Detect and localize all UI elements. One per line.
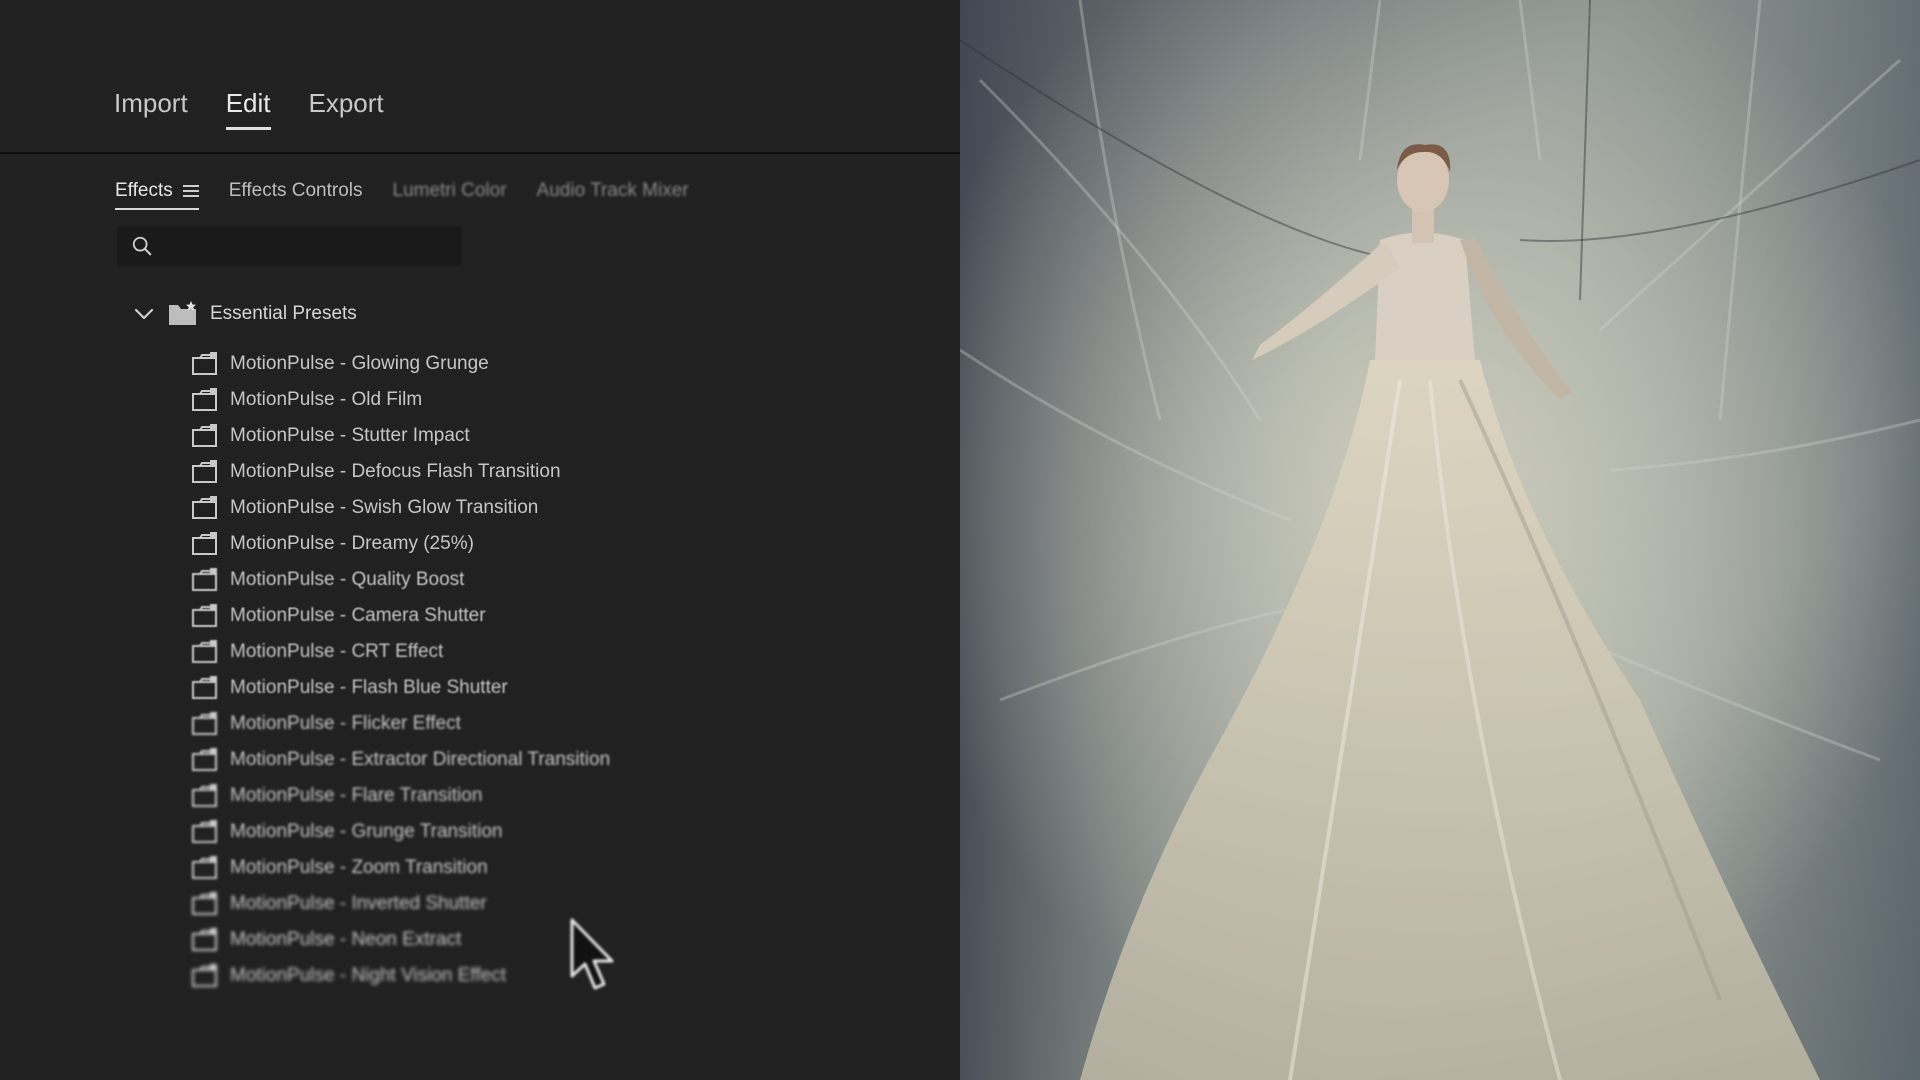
preset-bin-icon [192, 532, 217, 555]
preset-item[interactable]: MotionPulse - Flash Blue Shutter [192, 670, 610, 706]
workspace-tab-export[interactable]: Export [309, 88, 384, 130]
preset-item[interactable]: MotionPulse - Neon Extract [192, 922, 610, 958]
preset-item-label: MotionPulse - CRT Effect [230, 641, 444, 662]
preset-item-label: MotionPulse - Camera Shutter [230, 605, 486, 626]
preset-item-label: MotionPulse - Quality Boost [230, 569, 465, 590]
workspace-tab-import[interactable]: Import [114, 88, 188, 130]
workspace-tabs: Import Edit Export [114, 88, 384, 130]
preset-item[interactable]: MotionPulse - Dreamy (25%) [192, 526, 610, 562]
preset-item[interactable]: MotionPulse - Glowing Grunge [192, 346, 610, 382]
preset-bin-icon [192, 604, 217, 627]
hamburger-menu-icon[interactable] [182, 185, 199, 197]
preset-item-label: MotionPulse - Neon Extract [230, 929, 462, 950]
tree-folder-essential-presets[interactable]: Essential Presets [132, 301, 357, 327]
preset-item-label: MotionPulse - Extractor Directional Tran… [230, 749, 611, 770]
preset-bin-icon [192, 892, 217, 915]
app-window: Import Edit Export Effects Effects Contr… [0, 0, 1920, 1080]
effects-panel: Import Edit Export Effects Effects Contr… [0, 0, 960, 1080]
preset-item-label: MotionPulse - Old Film [230, 389, 423, 410]
preset-bin-icon [192, 856, 217, 879]
preset-item-label: MotionPulse - Stutter Impact [230, 425, 470, 446]
preset-item[interactable]: MotionPulse - Flicker Effect [192, 706, 610, 742]
tab-effects-label: Effects [115, 180, 173, 201]
preset-item-label: MotionPulse - Zoom Transition [230, 857, 488, 878]
preset-item[interactable]: MotionPulse - Swish Glow Transition [192, 490, 610, 526]
panel-tabs: Effects Effects Controls Lumetri Color A… [115, 180, 689, 210]
preset-item[interactable]: MotionPulse - Flare Transition [192, 778, 610, 814]
preset-bin-icon [192, 496, 217, 519]
preset-item[interactable]: MotionPulse - Stutter Impact [192, 418, 610, 454]
preset-item[interactable]: MotionPulse - Old Film [192, 382, 610, 418]
tab-audio-track-mixer[interactable]: Audio Track Mixer [537, 180, 689, 208]
preset-bin-icon [192, 928, 217, 951]
preset-item[interactable]: MotionPulse - Quality Boost [192, 562, 610, 598]
preset-bin-icon [192, 676, 217, 699]
tab-effects-controls[interactable]: Effects Controls [229, 180, 363, 208]
mouse-cursor-icon [570, 918, 614, 990]
preview-image [960, 0, 1920, 1080]
preset-item-label: MotionPulse - Flash Blue Shutter [230, 677, 508, 698]
preset-item-label: MotionPulse - Night Vision Effect [230, 965, 506, 986]
preset-item-label: MotionPulse - Dreamy (25%) [230, 533, 474, 554]
program-monitor-preview[interactable] [960, 0, 1920, 1080]
preset-bin-icon [192, 640, 217, 663]
preset-bin-icon [192, 964, 217, 987]
preset-item-label: MotionPulse - Glowing Grunge [230, 353, 489, 374]
preset-bin-icon [192, 352, 217, 375]
preset-bin-icon [192, 568, 217, 591]
preset-item-label: MotionPulse - Swish Glow Transition [230, 497, 539, 518]
chevron-down-icon[interactable] [132, 302, 156, 326]
preset-item[interactable]: MotionPulse - Camera Shutter [192, 598, 610, 634]
preset-item[interactable]: MotionPulse - Night Vision Effect [192, 958, 610, 994]
preset-item-label: MotionPulse - Flicker Effect [230, 713, 461, 734]
search-input[interactable] [163, 230, 457, 264]
preset-item-label: MotionPulse - Inverted Shutter [230, 893, 487, 914]
search-field[interactable] [117, 226, 462, 266]
preset-bin-icon [192, 712, 217, 735]
preset-item-label: MotionPulse - Flare Transition [230, 785, 483, 806]
search-icon [132, 236, 152, 256]
workspace-tab-edit[interactable]: Edit [225, 88, 271, 130]
preset-bin-icon [192, 784, 217, 807]
preset-bin-icon [192, 388, 217, 411]
preset-item-label: MotionPulse - Grunge Transition [230, 821, 503, 842]
tree-folder-label: Essential Presets [210, 303, 357, 324]
preset-item[interactable]: MotionPulse - Inverted Shutter [192, 886, 610, 922]
preset-item[interactable]: MotionPulse - Defocus Flash Transition [192, 454, 610, 490]
folder-star-icon [169, 301, 196, 325]
preset-bin-icon [192, 424, 217, 447]
preset-item-label: MotionPulse - Defocus Flash Transition [230, 461, 561, 482]
preset-item[interactable]: MotionPulse - Zoom Transition [192, 850, 610, 886]
tab-lumetri-color[interactable]: Lumetri Color [393, 180, 507, 208]
preset-item[interactable]: MotionPulse - CRT Effect [192, 634, 610, 670]
preset-item[interactable]: MotionPulse - Extractor Directional Tran… [192, 742, 610, 778]
preset-bin-icon [192, 820, 217, 843]
preset-item[interactable]: MotionPulse - Grunge Transition [192, 814, 610, 850]
tab-effects[interactable]: Effects [115, 180, 199, 210]
header-divider [0, 152, 960, 154]
preset-list: MotionPulse - Glowing Grunge MotionPulse … [192, 346, 610, 994]
preset-bin-icon [192, 460, 217, 483]
preset-bin-icon [192, 748, 217, 771]
